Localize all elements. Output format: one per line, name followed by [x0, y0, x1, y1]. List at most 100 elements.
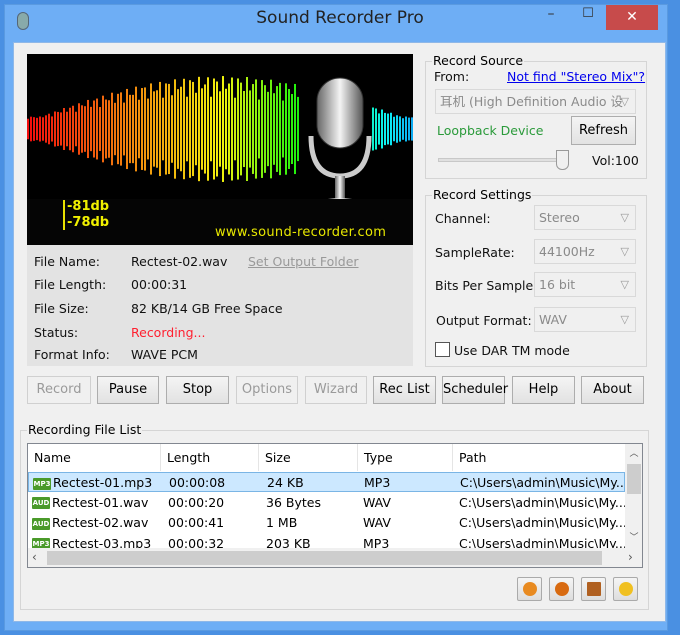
horizontal-scroll-thumb[interactable]	[47, 551, 602, 565]
wave-bar	[393, 116, 395, 142]
scroll-up-icon[interactable]: ︿	[625, 446, 642, 459]
file-info-panel: File Name: Rectest-02.wav Set Output Fol…	[27, 245, 413, 366]
stop-button[interactable]: Stop	[166, 376, 229, 404]
wave-bar	[57, 111, 59, 147]
wave-bar	[120, 92, 122, 166]
record-source-group: Record Source From: Not find "Stereo Mix…	[425, 53, 647, 179]
wave-bar	[141, 88, 143, 170]
wave-bar	[261, 80, 263, 178]
scroll-left-icon[interactable]: ‹	[32, 550, 37, 564]
wave-bar	[174, 79, 176, 179]
bits-per-sample-select[interactable]: 16 bit ▽	[534, 272, 636, 297]
stereo-mix-link[interactable]: Not find "Stereo Mix"?	[507, 69, 645, 84]
output-format-label: Output Format:	[436, 313, 532, 328]
scheduler-button[interactable]: Scheduler	[442, 376, 508, 404]
chevron-down-icon: ▽	[620, 245, 629, 258]
dar-mode-label: Use DAR TM mode	[454, 343, 570, 358]
wave-bar	[30, 116, 32, 142]
rec-list-button[interactable]: Rec List	[373, 376, 436, 404]
wave-bar	[114, 102, 116, 156]
wave-bar	[249, 90, 251, 168]
maximize-button[interactable]: ☐	[575, 6, 601, 28]
file-list-row[interactable]: AUD Rectest-01.wav 00:00:20 36 Bytes WAV C:\U…	[28, 493, 627, 513]
wave-bar	[144, 87, 146, 171]
vertical-scroll-thumb[interactable]	[627, 464, 641, 494]
wave-bar	[396, 115, 398, 143]
wave-bar	[408, 117, 410, 141]
file-name-value: Rectest-02.wav	[131, 254, 228, 269]
volume-slider-thumb[interactable]	[556, 150, 569, 170]
wave-bar	[60, 112, 62, 146]
column-header-type[interactable]: Type	[358, 444, 453, 471]
scroll-right-icon[interactable]: ›	[628, 550, 633, 564]
options-button[interactable]: Options	[236, 376, 298, 404]
column-header-length[interactable]: Length	[161, 444, 259, 471]
vertical-scrollbar[interactable]: ︿ ﹀	[625, 444, 642, 548]
minimize-button[interactable]: –	[538, 6, 564, 28]
chevron-down-icon: ▽	[620, 211, 629, 224]
help-button[interactable]: Help	[512, 376, 575, 404]
column-header-path[interactable]: Path	[453, 444, 625, 471]
horizontal-scrollbar[interactable]: ‹ ›	[28, 548, 642, 567]
record-button[interactable]: Record	[27, 376, 91, 404]
wave-bar	[285, 83, 287, 175]
column-header-size[interactable]: Size	[259, 444, 358, 471]
chevron-down-icon: ▽	[620, 313, 629, 326]
status-value: Recording...	[131, 325, 206, 340]
wave-bar	[402, 118, 404, 140]
scroll-down-icon[interactable]: ﹀	[625, 530, 642, 543]
record-settings-title: Record Settings	[432, 187, 533, 202]
cell-path: C:\Users\admin\Music\My...	[460, 475, 628, 490]
wave-bar	[201, 88, 203, 170]
wave-bar	[156, 90, 158, 168]
wave-bar	[135, 86, 137, 172]
open-folder-button[interactable]	[613, 577, 638, 601]
wave-bar	[213, 78, 215, 180]
file-type-icon: MP3	[33, 477, 51, 490]
volume-slider[interactable]	[438, 158, 568, 162]
file-name-label: File Name:	[34, 254, 100, 269]
wave-bar	[411, 117, 413, 141]
dar-mode-checkbox[interactable]	[435, 342, 450, 357]
wave-bar	[90, 106, 92, 152]
cell-length: 00:00:41	[168, 515, 225, 530]
source-device-select[interactable]: 耳机 (High Definition Audio 设 ▽	[435, 89, 636, 114]
remove-button[interactable]	[549, 577, 574, 601]
channel-label: Channel:	[435, 211, 491, 226]
refresh-button[interactable]: Refresh	[571, 116, 636, 145]
file-list[interactable]: Name Length Size Type Path MP3 Rectest-01…	[27, 443, 643, 568]
wave-bar	[186, 96, 188, 162]
open-folder-icon	[619, 582, 633, 596]
samplerate-select[interactable]: 44100Hz ▽	[534, 239, 636, 264]
record-source-title: Record Source	[432, 53, 525, 68]
output-format-select[interactable]: WAV ▽	[534, 307, 636, 332]
play-button[interactable]	[517, 577, 542, 601]
close-button[interactable]: ✕	[606, 5, 658, 30]
remove-icon	[555, 582, 569, 596]
wave-bar	[222, 76, 224, 182]
wave-bar	[270, 79, 272, 179]
wave-bar	[138, 99, 140, 159]
wave-bar	[192, 81, 194, 177]
audio-visualizer: -81db -78db www.sound-recorder.com	[27, 54, 413, 245]
channel-select[interactable]: Stereo ▽	[534, 205, 636, 230]
chevron-down-icon: ▽	[620, 278, 629, 291]
wave-bar	[105, 99, 107, 159]
wave-bar	[72, 105, 74, 153]
wave-bar	[123, 102, 125, 156]
wizard-button[interactable]: Wizard	[305, 376, 367, 404]
file-size-value: 82 KB/14 GB Free Space	[131, 301, 283, 316]
column-header-name[interactable]: Name	[28, 444, 161, 471]
wave-bar	[240, 82, 242, 176]
about-button[interactable]: About	[581, 376, 644, 404]
set-output-folder-link[interactable]: Set Output Folder	[248, 254, 359, 269]
file-list-row[interactable]: MP3 Rectest-01.mp3 00:00:08 24 KB MP3 C:\User…	[28, 472, 628, 492]
file-type-icon: AUD	[32, 517, 50, 530]
file-length-value: 00:00:31	[131, 277, 188, 292]
loopback-device-label: Loopback Device	[437, 123, 544, 138]
file-list-row[interactable]: AUD Rectest-02.wav 00:00:41 1 MB WAV C:\Users…	[28, 513, 627, 533]
status-label: Status:	[34, 325, 79, 340]
pause-button[interactable]: Pause	[97, 376, 159, 404]
wave-bar	[87, 99, 89, 159]
delete-file-button[interactable]	[581, 577, 606, 601]
